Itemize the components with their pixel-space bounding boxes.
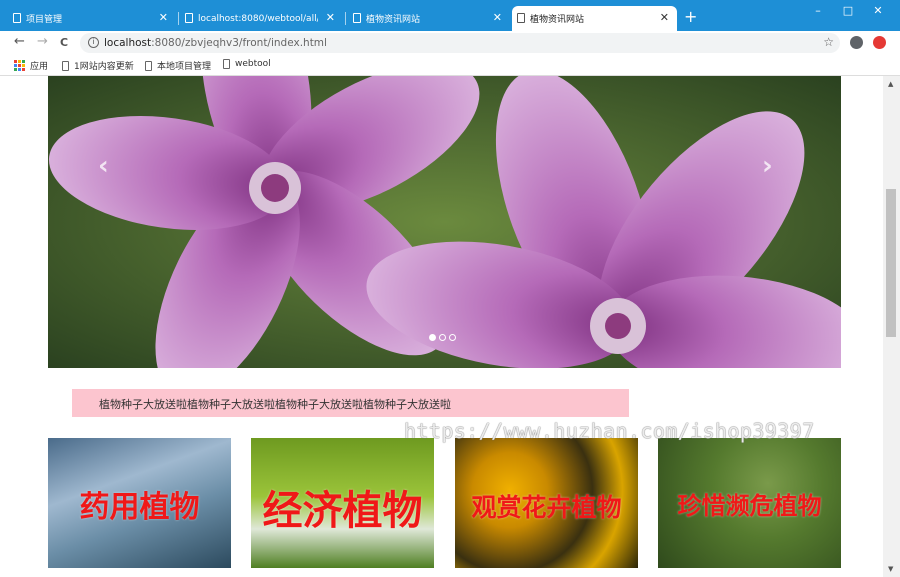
- apps-grid-icon: [14, 60, 25, 71]
- category-label: 珍惜濒危植物: [677, 492, 822, 520]
- forward-button[interactable]: →: [37, 35, 48, 49]
- tab-title: 植物资讯网站: [530, 15, 585, 25]
- bookmark-webtool[interactable]: webtool: [223, 59, 271, 69]
- carousel-indicators: [429, 334, 456, 341]
- extension-icon[interactable]: [873, 36, 886, 49]
- page-icon: [185, 13, 193, 23]
- carousel-dot[interactable]: [449, 334, 456, 341]
- tab-plant-site[interactable]: 植物资讯网站 ✕: [348, 6, 510, 31]
- url-host: localhost: [104, 37, 152, 49]
- close-window-button[interactable]: ✕: [864, 4, 892, 17]
- tab-webtool[interactable]: localhost:8080/webtool/all/in… ✕: [180, 6, 343, 31]
- flower-image: [48, 76, 841, 368]
- scrollbar-thumb[interactable]: [886, 189, 896, 337]
- watermark-text: https://www.huzhan.com/ishop39397: [404, 419, 815, 443]
- url-path: :8080/zbvjeqhv3/front/index.html: [151, 37, 327, 49]
- page-icon: [62, 60, 69, 71]
- tab-title: localhost:8080/webtool/all/in…: [198, 13, 318, 24]
- category-card-medicinal[interactable]: 药用植物: [48, 438, 231, 568]
- tab-project-management[interactable]: 项目管理 ✕: [8, 6, 176, 31]
- carousel-banner: ‹ ›: [48, 76, 841, 368]
- carousel-dot[interactable]: [429, 334, 436, 341]
- tab-plant-site-active[interactable]: 植物资讯网站 ✕: [512, 6, 677, 31]
- announcement-bar: 植物种子大放送啦植物种子大放送啦植物种子大放送啦植物种子大放送啦: [72, 389, 629, 417]
- page-icon: [517, 13, 525, 23]
- bookmark-local-projects[interactable]: 本地项目管理: [145, 59, 211, 72]
- bookmark-label: webtool: [235, 59, 271, 69]
- carousel-dot[interactable]: [439, 334, 446, 341]
- close-icon[interactable]: ✕: [493, 11, 502, 24]
- new-tab-button[interactable]: +: [684, 9, 697, 25]
- page-icon: [145, 60, 152, 71]
- bookmark-label: 应用: [30, 62, 49, 72]
- url-text: localhost:8080/zbvjeqhv3/front/index.htm…: [104, 37, 327, 49]
- close-icon[interactable]: ✕: [326, 11, 335, 24]
- tab-title: 项目管理: [26, 15, 63, 25]
- bookmark-label: 1网站内容更新: [74, 62, 134, 72]
- bookmark-apps[interactable]: 应用: [14, 59, 48, 72]
- maximize-button[interactable]: □: [834, 4, 862, 17]
- scroll-up-icon[interactable]: ▲: [888, 80, 893, 88]
- category-label: 观赏花卉植物: [471, 493, 622, 522]
- info-icon[interactable]: i: [88, 37, 99, 48]
- account-icon[interactable]: [850, 36, 863, 49]
- category-label: 经济植物: [262, 488, 423, 534]
- minimize-button[interactable]: –: [804, 4, 832, 17]
- category-label: 药用植物: [79, 490, 200, 525]
- tab-separator: [345, 12, 346, 25]
- vertical-scrollbar[interactable]: ▲ ▼: [883, 76, 900, 577]
- bookmarks-bar: 应用 1网站内容更新 本地项目管理 webtool: [0, 55, 900, 76]
- page-icon: [353, 13, 361, 23]
- carousel-prev-button[interactable]: ‹: [98, 151, 109, 181]
- category-card-economic[interactable]: 经济植物: [251, 438, 434, 568]
- category-card-ornamental[interactable]: 观赏花卉植物: [455, 438, 638, 568]
- page-icon: [223, 59, 230, 69]
- carousel-next-button[interactable]: ›: [762, 151, 773, 181]
- browser-toolbar: ← → C i localhost:8080/zbvjeqhv3/front/i…: [0, 31, 900, 55]
- bookmark-star-icon[interactable]: ☆: [823, 35, 834, 49]
- tab-title: 植物资讯网站: [366, 15, 421, 25]
- bookmark-label: 本地项目管理: [157, 62, 212, 72]
- back-button[interactable]: ←: [14, 35, 25, 49]
- category-card-endangered[interactable]: 珍惜濒危植物: [658, 438, 841, 568]
- close-icon[interactable]: ✕: [159, 11, 168, 24]
- reload-button[interactable]: C: [60, 36, 68, 50]
- tab-separator: [178, 12, 179, 25]
- page-icon: [13, 13, 21, 23]
- bookmark-content-update[interactable]: 1网站内容更新: [62, 59, 134, 72]
- address-bar[interactable]: i localhost:8080/zbvjeqhv3/front/index.h…: [80, 33, 840, 53]
- page-viewport: ‹ › 植物种子大放送啦植物种子大放送啦植物种子大放送啦植物种子大放送啦 药用植…: [0, 76, 883, 577]
- close-icon[interactable]: ✕: [660, 11, 669, 24]
- title-bar: 项目管理 ✕ localhost:8080/webtool/all/in… ✕ …: [0, 0, 900, 31]
- scroll-down-icon[interactable]: ▼: [888, 565, 893, 573]
